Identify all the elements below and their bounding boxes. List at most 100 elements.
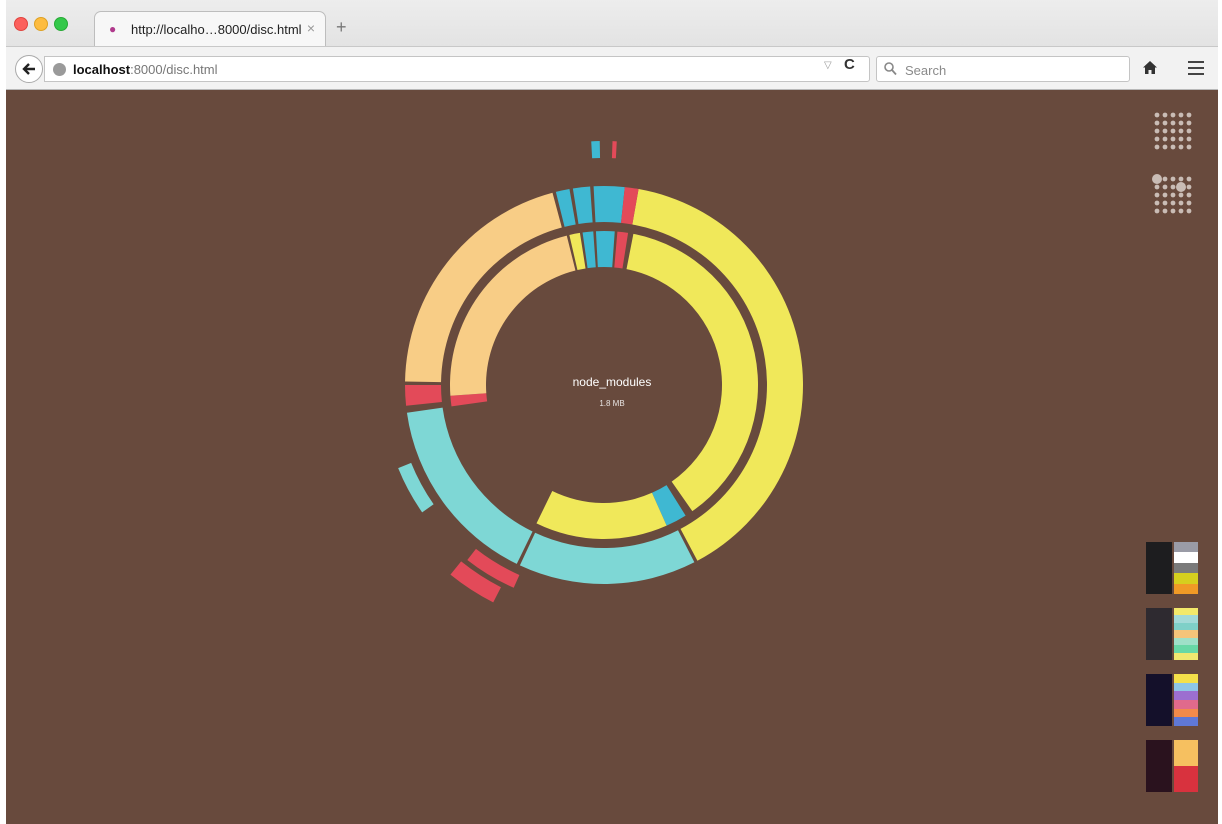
- palette-base-color: [1146, 740, 1172, 792]
- grid-dot: [1154, 112, 1160, 118]
- sunburst-segment[interactable]: [604, 231, 615, 268]
- palette-stripe: [1174, 766, 1198, 792]
- close-window-button[interactable]: [14, 17, 28, 31]
- palette-swatch-warm[interactable]: [1146, 740, 1198, 792]
- grid-dot: [1170, 184, 1176, 190]
- grid-dot: [1162, 112, 1168, 118]
- page-content: node_modules 1.8 MB: [6, 90, 1218, 824]
- grid-dot: [1186, 176, 1192, 182]
- grid-dot: [1170, 120, 1176, 126]
- sunburst-segment[interactable]: [536, 491, 667, 539]
- grid-dot: [1162, 184, 1168, 190]
- sized-dot-grid-icon[interactable]: [1152, 174, 1194, 216]
- navigation-toolbar: localhost:8000/disc.html: [6, 46, 1218, 90]
- palette-base-color: [1146, 674, 1172, 726]
- sunburst-segment[interactable]: [614, 231, 629, 269]
- home-icon[interactable]: [1142, 60, 1158, 75]
- grid-dot: [1170, 192, 1176, 198]
- palette-stripes: [1174, 608, 1198, 660]
- minimize-window-button[interactable]: [34, 17, 48, 31]
- sunburst-segment[interactable]: [406, 407, 533, 564]
- grid-dot: [1178, 208, 1184, 214]
- hamburger-menu-icon[interactable]: [1188, 61, 1204, 79]
- grid-dot: [1170, 136, 1176, 142]
- grid-dot: [1154, 136, 1160, 142]
- palette-stripes: [1174, 674, 1198, 727]
- palette-stripe: [1174, 562, 1198, 574]
- grid-dot: [1162, 128, 1168, 134]
- grid-dot: [1186, 192, 1192, 198]
- grid-dot: [1154, 208, 1160, 214]
- maximize-window-button[interactable]: [54, 17, 68, 31]
- palette-swatch-dark-gray[interactable]: [1146, 542, 1198, 595]
- palette-stripe: [1174, 652, 1198, 660]
- grid-dot: [1178, 136, 1184, 142]
- grid-dot: [1154, 120, 1160, 126]
- dot-grid-icon[interactable]: [1152, 110, 1194, 152]
- grid-dot: [1176, 182, 1186, 192]
- palette-stripes: [1174, 542, 1198, 595]
- title-bar: ● http://localho…8000/disc.html × +: [6, 0, 1218, 46]
- sunburst-segment[interactable]: [595, 231, 604, 268]
- back-button[interactable]: [15, 55, 43, 83]
- palette-stripe: [1174, 682, 1198, 692]
- grid-dot: [1162, 120, 1168, 126]
- palette-stripe: [1174, 645, 1198, 653]
- grid-dot: [1170, 176, 1176, 182]
- reload-icon[interactable]: C: [844, 56, 855, 73]
- grid-dot: [1154, 128, 1160, 134]
- url-bar[interactable]: localhost:8000/disc.html: [44, 56, 870, 82]
- search-bar[interactable]: [876, 56, 1130, 82]
- center-size: 1.8 MB: [599, 399, 624, 408]
- grid-dot: [1178, 120, 1184, 126]
- grid-dot: [1170, 200, 1176, 206]
- grid-dot: [1162, 200, 1168, 206]
- grid-dot: [1178, 128, 1184, 134]
- grid-dot: [1178, 144, 1184, 150]
- palette-stripe: [1174, 622, 1198, 631]
- sunburst-segment[interactable]: [611, 141, 617, 159]
- grid-dot: [1186, 200, 1192, 206]
- browser-tab[interactable]: ● http://localho…8000/disc.html ×: [94, 11, 326, 46]
- grid-dot: [1162, 192, 1168, 198]
- tab-favicon-icon: ●: [109, 22, 117, 36]
- grid-dot: [1162, 176, 1168, 182]
- tab-close-icon[interactable]: ×: [307, 20, 315, 36]
- center-name: node_modules: [573, 375, 652, 389]
- palette-stripe: [1174, 615, 1198, 623]
- grid-dot: [1186, 144, 1192, 150]
- tab-title: http://localho…8000/disc.html: [131, 22, 302, 37]
- grid-dot: [1178, 200, 1184, 206]
- palette-swatch-neon[interactable]: [1146, 674, 1198, 727]
- grid-dot: [1186, 128, 1192, 134]
- palette-stripe: [1174, 542, 1198, 553]
- grid-dot: [1170, 144, 1176, 150]
- palette-stripe: [1174, 691, 1198, 701]
- palette-stripes: [1174, 740, 1198, 792]
- palette-stripe: [1174, 630, 1198, 638]
- new-tab-button[interactable]: +: [336, 18, 347, 36]
- palette-swatch-pastel[interactable]: [1146, 608, 1198, 660]
- palette-stripe: [1174, 637, 1198, 646]
- back-arrow-icon: [22, 63, 35, 75]
- palette-base-color: [1146, 542, 1172, 594]
- url-path: :8000/disc.html: [130, 62, 218, 77]
- grid-dot: [1154, 200, 1160, 206]
- sunburst-segment[interactable]: [591, 141, 601, 159]
- sunburst-segment[interactable]: [572, 186, 593, 225]
- palette-stripe: [1174, 674, 1198, 683]
- grid-dot: [1186, 208, 1192, 214]
- grid-dot: [1178, 112, 1184, 118]
- palette-stripe: [1174, 608, 1198, 616]
- url-text[interactable]: localhost:8000/disc.html: [73, 62, 218, 77]
- sunburst-segment[interactable]: [405, 385, 442, 406]
- grid-dot: [1154, 144, 1160, 150]
- palette-stripe: [1174, 573, 1198, 584]
- grid-dot: [1186, 136, 1192, 142]
- dropdown-icon[interactable]: ▽: [824, 60, 832, 71]
- grid-dot: [1162, 208, 1168, 214]
- grid-dot: [1178, 176, 1184, 182]
- url-host: localhost: [73, 62, 131, 77]
- sunburst-segment[interactable]: [593, 186, 604, 223]
- search-input[interactable]: [903, 60, 1127, 80]
